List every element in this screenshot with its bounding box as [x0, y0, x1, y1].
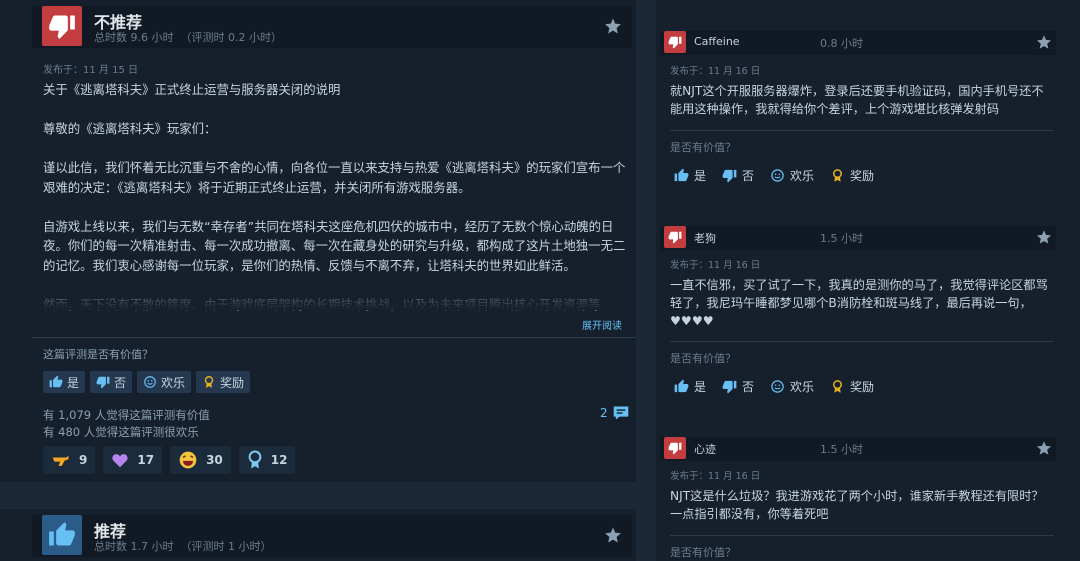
thumbs-up-icon — [49, 375, 63, 388]
vote-no-button[interactable]: 否 — [90, 371, 133, 393]
vote-no-label: 否 — [114, 375, 127, 390]
vote-award-button[interactable]: 奖励 — [196, 371, 251, 393]
medal-icon — [248, 450, 262, 469]
review-card: 推荐 总时数 1.7 小时 （评测时 1 小时） — [0, 509, 636, 561]
award-count: 30 — [206, 453, 223, 467]
funny-count: 有 480 人觉得这篇评测很欢乐 — [43, 425, 199, 439]
reviewer-name[interactable]: 心迹 — [694, 441, 716, 457]
star-icon[interactable] — [604, 526, 622, 544]
star-icon[interactable] — [604, 17, 622, 35]
vote-funny-button[interactable]: 欢乐 — [137, 371, 192, 393]
comment-count: 2 — [600, 406, 608, 420]
review-card: 不推荐 总时数 9.6 小时 （评测时 0.2 小时） 发布于：11 月 15 … — [0, 0, 636, 482]
award-icon — [204, 376, 214, 388]
star-icon[interactable] — [1036, 440, 1052, 456]
thumbs-down-icon — [96, 376, 110, 389]
helpful-stats: 有 1,079 人觉得这篇评测有价值 有 480 人觉得这篇评测很欢乐 — [43, 407, 210, 441]
review-header: 推荐 总时数 1.7 小时 （评测时 1 小时） — [32, 515, 632, 557]
vote-buttons: 是 否 欢乐 奖励 — [43, 371, 251, 393]
review-paragraph: 自游戏上线以来，我们与无数“幸存者”共同在塔科夫这座危机四伏的城市中，经历了无数… — [43, 218, 626, 273]
side-review-column: Caffeine 0.8 小时 发布于：11 月 16 日 就NJT这个开服服务… — [656, 0, 1080, 561]
comment-bubble-icon — [613, 406, 628, 420]
reviewer-hours: 1.5 小时 — [820, 443, 863, 456]
side-review-card: 心迹 1.5 小时 发布于：11 月 16 日 NJT这是什么垃圾？我进游戏花了… — [656, 0, 1068, 561]
heart-icon — [112, 454, 128, 468]
review-header: 不推荐 总时数 9.6 小时 （评测时 0.2 小时） — [32, 6, 632, 48]
posted-date: 发布于：11 月 15 日 — [43, 65, 138, 76]
award-count: 9 — [79, 453, 88, 467]
award-count: 12 — [270, 453, 288, 467]
helpful-question: 这篇评测是否有价值？ — [43, 348, 153, 361]
gun-icon — [52, 455, 69, 466]
award-laugh[interactable]: 30 — [170, 446, 231, 474]
thumbs-down-icon — [42, 6, 82, 46]
review-hours: 总时数 9.6 小时 （评测时 0.2 小时） — [94, 29, 282, 45]
review-hours: 总时数 1.7 小时 （评测时 1 小时） — [94, 538, 272, 554]
smile-icon — [144, 376, 156, 388]
thumbs-down-icon — [664, 437, 686, 459]
review-paragraph: 关于《逃离塔科夫》正式终止运营与服务器关闭的说明 — [43, 82, 341, 97]
hours-at-review: （评测时 1 小时） — [180, 540, 272, 553]
side-review-header: 心迹 1.5 小时 — [660, 437, 1056, 461]
award-gun[interactable]: 9 — [43, 446, 96, 474]
divider — [32, 337, 636, 338]
laugh-face-icon — [179, 451, 197, 469]
vote-yes-button[interactable]: 是 — [43, 371, 86, 393]
hours-total: 总时数 9.6 小时 — [94, 31, 174, 44]
helpful-question: 是否有价值？ — [670, 546, 736, 559]
hours-at-review: （评测时 0.2 小时） — [180, 31, 283, 44]
vote-funny-label: 欢乐 — [161, 375, 186, 390]
vote-yes-label: 是 — [67, 375, 80, 390]
divider — [670, 535, 1054, 536]
helpful-count: 有 1,079 人觉得这篇评测有价值 — [43, 408, 210, 422]
hours-total: 总时数 1.7 小时 — [94, 540, 174, 553]
main-review-column: 不推荐 总时数 9.6 小时 （评测时 0.2 小时） 发布于：11 月 15 … — [0, 0, 636, 561]
award-medal[interactable]: 12 — [238, 446, 296, 474]
award-list: 9 17 30 12 — [43, 446, 296, 474]
text-fade — [43, 280, 633, 310]
read-more-link[interactable]: 展开阅读 — [582, 317, 622, 332]
comments-button[interactable]: 2 — [600, 405, 630, 421]
award-heart[interactable]: 17 — [103, 446, 163, 474]
review-paragraph: 尊敬的《逃离塔科夫》玩家们： — [43, 121, 217, 136]
award-count: 17 — [137, 453, 155, 467]
review-paragraph: 谨以此信，我们怀着无比沉重与不舍的心情，向各位一直以来支持与热爱《逃离塔科夫》的… — [43, 160, 626, 195]
review-text: NJT这是什么垃圾？我进游戏花了两个小时，谁家新手教程还有限时？一点指引都没有，… — [670, 489, 1044, 521]
thumbs-up-icon — [42, 515, 82, 555]
vote-award-label: 奖励 — [220, 375, 245, 390]
posted-date: 发布于：11 月 16 日 — [670, 471, 761, 482]
